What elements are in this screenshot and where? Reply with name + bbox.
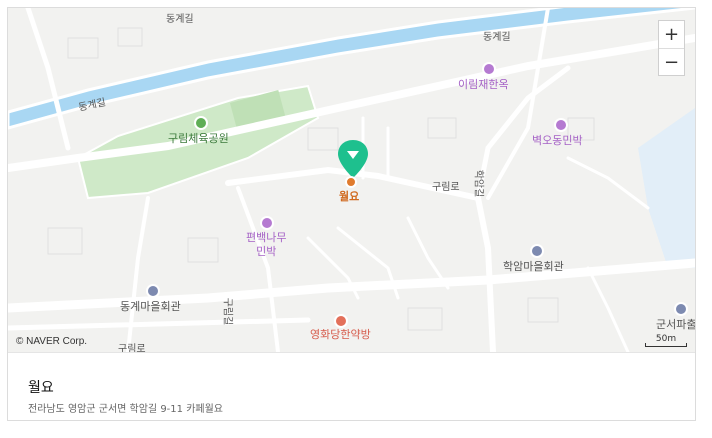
map-card: 동계길 동계길 동계길 구림로 구림로 구림길 학암길 구림체육공원 이림재한옥… — [7, 7, 696, 421]
hall-icon[interactable] — [530, 244, 544, 258]
road-label-vertical-left: 구림길 — [221, 297, 233, 326]
poi-yeonghwadang[interactable]: 영화당한약방 — [310, 328, 371, 342]
pharmacy-icon[interactable] — [334, 314, 348, 328]
poi-byeokodong[interactable]: 벽오동민박 — [532, 134, 583, 148]
pond-area — [638, 108, 695, 268]
zoom-in-button[interactable]: + — [659, 21, 684, 48]
road-label-vertical-right: 학암길 — [472, 169, 484, 198]
map-view[interactable]: 동계길 동계길 동계길 구림로 구림로 구림길 학암길 구림체육공원 이림재한옥… — [8, 8, 695, 352]
road-label-guryim-bottom: 구림로 — [118, 344, 146, 352]
copyright-text: © NAVER Corp. — [16, 336, 88, 347]
cafe-icon[interactable] — [345, 176, 357, 188]
river — [8, 8, 695, 130]
place-info-panel[interactable]: 월요 전라남도 영암군 군서면 학암길 9-11 카페월요 — [8, 352, 695, 420]
police-icon[interactable] — [674, 302, 688, 316]
poi-pyeonbaek-line1: 편백나무 — [246, 231, 287, 244]
zoom-out-button[interactable]: − — [659, 49, 684, 76]
lodging-icon[interactable] — [482, 62, 496, 76]
road-label-donggye-right: 동계길 — [483, 32, 511, 43]
scale-line — [645, 343, 687, 347]
poi-wolyo[interactable]: 월요 — [339, 190, 359, 204]
poi-stadium[interactable]: 구림체육공원 — [168, 132, 229, 146]
lodging-icon[interactable] — [554, 118, 568, 132]
road-label-guryim: 구림로 — [432, 182, 460, 193]
place-name[interactable]: 월요 — [28, 377, 54, 397]
scale-bar: 50m — [645, 334, 687, 347]
poi-irimjae[interactable]: 이림재한옥 — [458, 78, 509, 92]
poi-police[interactable]: 군서파출 — [656, 318, 695, 332]
zoom-control: + − — [658, 20, 685, 76]
park-icon[interactable] — [194, 116, 208, 130]
poi-donggye-hall[interactable]: 동계마을회관 — [120, 300, 181, 314]
poi-pyeonbaek-line2: 민박 — [256, 245, 277, 258]
road-label-donggye-top: 동계길 — [166, 14, 194, 25]
hall-icon[interactable] — [146, 284, 160, 298]
lodging-icon[interactable] — [260, 216, 274, 230]
location-pin-icon[interactable] — [338, 140, 368, 180]
poi-pyeonbaek[interactable]: 편백나무 민박 — [246, 231, 286, 259]
poi-hakam-hall[interactable]: 학암마을회관 — [503, 260, 564, 274]
place-address: 전라남도 영암군 군서면 학암길 9-11 카페월요 — [28, 404, 223, 415]
